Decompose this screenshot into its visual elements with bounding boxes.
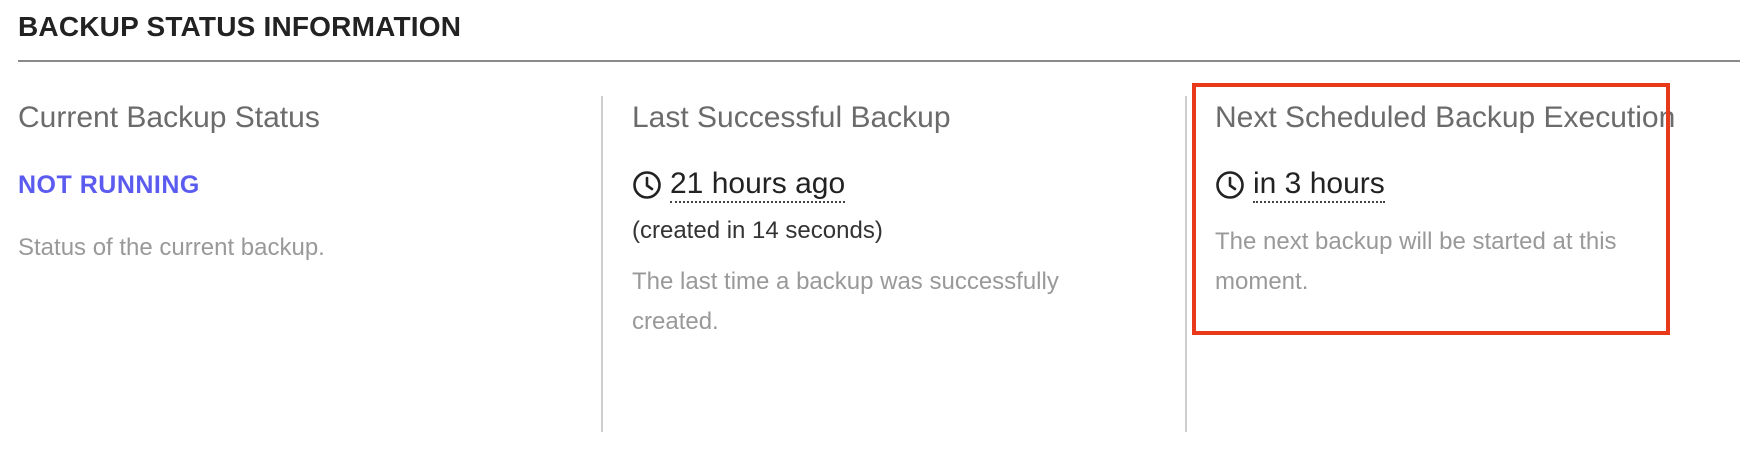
column-divider	[601, 96, 603, 432]
clock-icon	[1215, 170, 1245, 200]
last-successful-backup-description: The last time a backup was successfully …	[632, 268, 1059, 335]
next-scheduled-backup-heading: Next Scheduled Backup Execution	[1215, 101, 1676, 134]
status-value: NOT RUNNING	[18, 171, 200, 199]
column-divider	[1185, 96, 1187, 432]
clock-icon	[632, 170, 662, 200]
current-backup-status-description: Status of the current backup.	[18, 234, 325, 261]
backup-duration: (created in 14 seconds)	[632, 217, 883, 244]
title-divider	[18, 60, 1740, 62]
next-backup-time-row: in 3 hours	[1215, 166, 1685, 204]
current-backup-status-column: Current Backup Status NOT RUNNING Status…	[18, 96, 578, 432]
next-scheduled-backup-column: Next Scheduled Backup Execution in 3 hou…	[1215, 96, 1685, 432]
backup-status-panel: BACKUP STATUS INFORMATION Current Backup…	[0, 0, 1756, 450]
next-scheduled-backup-description: The next backup will be started at this …	[1215, 228, 1617, 295]
section-title: BACKUP STATUS INFORMATION	[18, 11, 462, 42]
last-successful-backup-column: Last Successful Backup 21 hours ago (cre…	[632, 96, 1152, 432]
last-backup-time-row: 21 hours ago	[632, 166, 1152, 204]
current-backup-status-heading: Current Backup Status	[18, 101, 320, 134]
last-successful-backup-heading: Last Successful Backup	[632, 101, 951, 134]
last-backup-time[interactable]: 21 hours ago	[670, 167, 846, 203]
next-backup-time[interactable]: in 3 hours	[1253, 167, 1385, 203]
